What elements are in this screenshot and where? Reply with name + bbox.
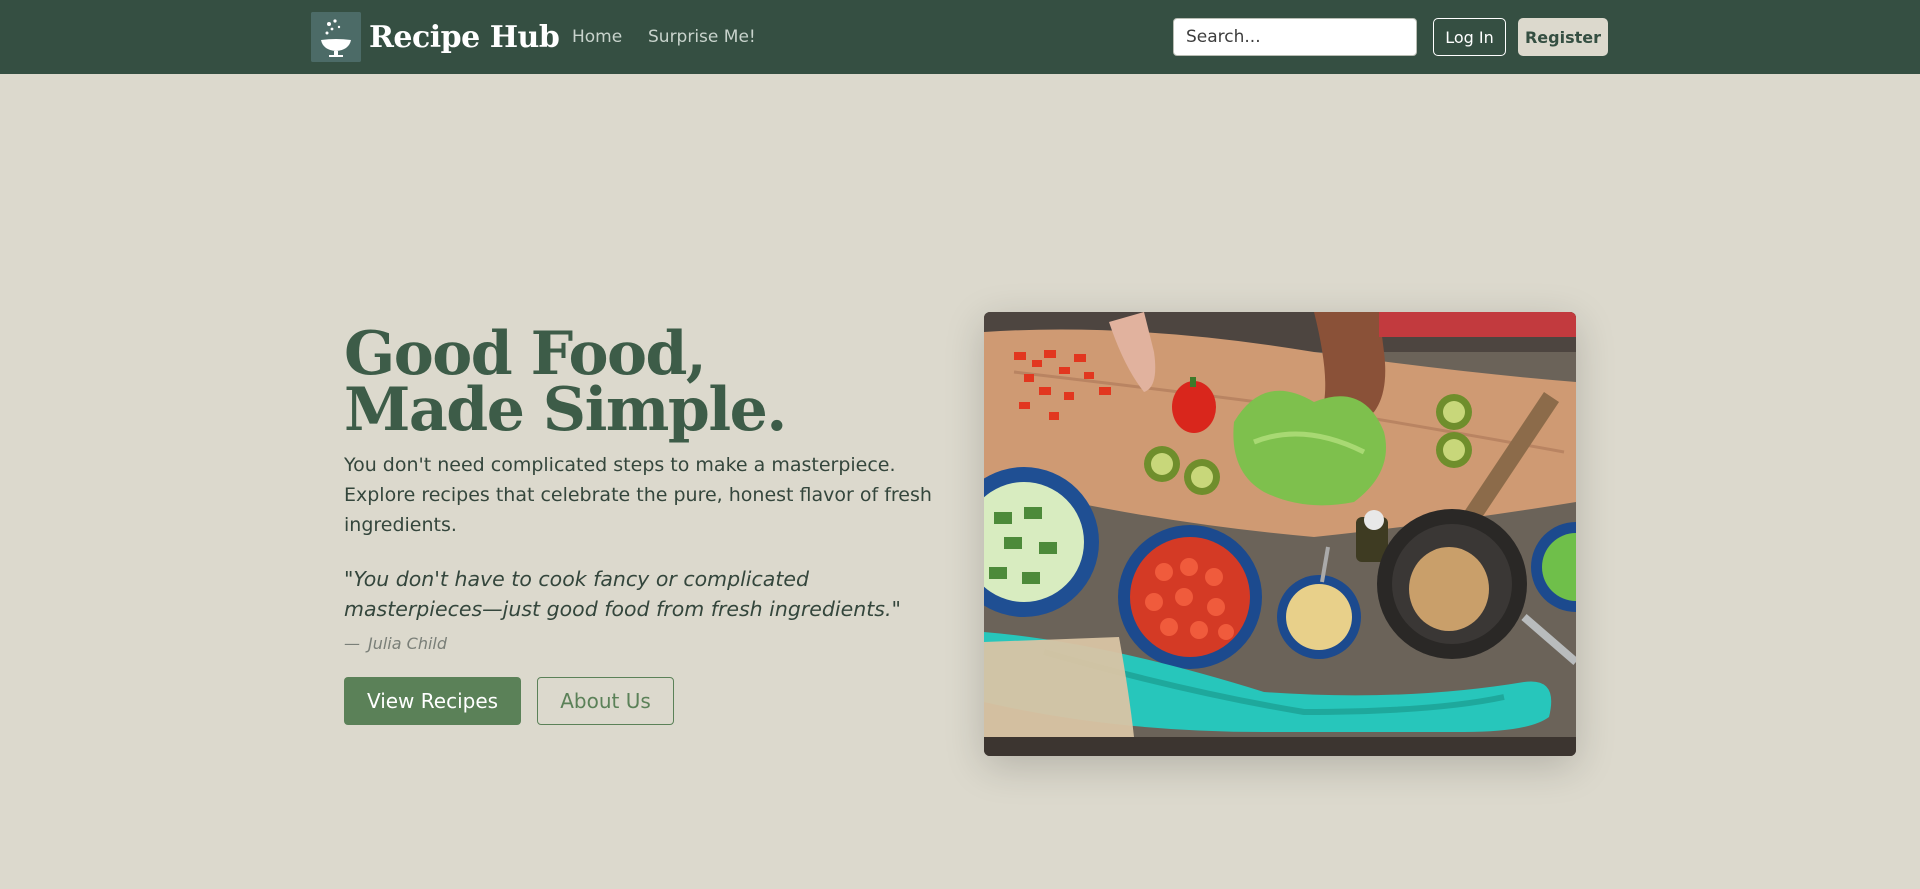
quote-dash: —	[344, 634, 360, 653]
cooking-scene-illustration	[984, 312, 1576, 756]
brand-name: Recipe Hub	[369, 19, 560, 55]
brand-link[interactable]: Recipe Hub	[311, 12, 560, 62]
nav-link-surprise-me[interactable]: Surprise Me!	[648, 27, 756, 47]
about-us-button[interactable]: About Us	[537, 677, 674, 725]
hero-title: Good Food, Made Simple.	[344, 319, 787, 445]
quote-author: Julia Child	[368, 634, 447, 653]
register-button[interactable]: Register	[1518, 18, 1608, 56]
navbar: Recipe Hub Home Surprise Me! Log In Regi…	[0, 0, 1920, 74]
chef-pot-logo-icon	[311, 12, 361, 62]
hero-text: Good Food, Made Simple. You don't need c…	[344, 319, 944, 725]
hero-buttons: View Recipes About Us	[344, 677, 944, 725]
view-recipes-button[interactable]: View Recipes	[344, 677, 521, 725]
hero-food-image	[984, 312, 1576, 756]
hero-description: You don't need complicated steps to make…	[344, 454, 932, 536]
login-button[interactable]: Log In	[1433, 18, 1506, 56]
quote-attribution: — Julia Child	[344, 634, 944, 653]
nav-link-home[interactable]: Home	[572, 27, 622, 47]
search-input[interactable]	[1173, 18, 1417, 56]
hero-quote: "You don't have to cook fancy or complic…	[344, 567, 901, 621]
